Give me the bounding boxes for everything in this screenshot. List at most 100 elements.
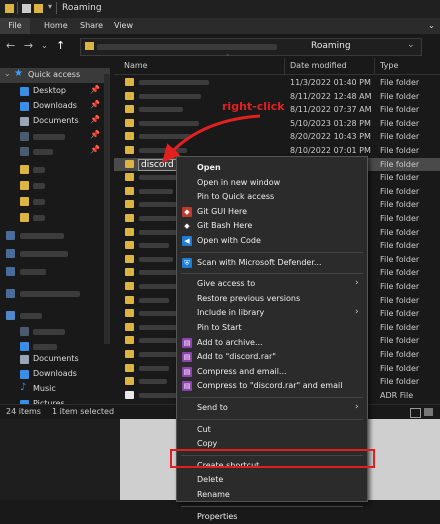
menu-item-cut[interactable]: Cut [177,423,367,437]
column-name-header[interactable]: Name [124,61,148,70]
column-divider[interactable] [374,58,375,74]
nav-scrollbar[interactable] [104,74,110,344]
window-title: Roaming [62,3,102,13]
file-type: File folder [380,227,420,237]
nav-item-blurred[interactable]: 📌 [0,144,110,159]
column-type-header[interactable]: Type [380,61,398,70]
forward-arrow-icon[interactable]: → [24,39,33,52]
nav-quick-access[interactable]: ⌄ ★ Quick access [0,68,110,83]
recent-locations-icon[interactable]: ⌄ [41,41,48,50]
menu-separator [181,251,363,253]
nav-item-blurred[interactable] [0,264,110,279]
chevron-down-icon[interactable]: ⌄ [428,21,435,30]
menu-item-git-bash-here[interactable]: ◆ Git Bash Here [177,219,367,233]
folder-icon [20,132,29,141]
chevron-down-icon[interactable]: ⌄ [407,40,415,50]
menu-item-label: Add to "discord.rar" [197,352,276,362]
nav-item-blurred[interactable] [0,210,110,225]
address-input[interactable]: Roaming ⌄ [80,38,422,56]
music-icon: ♪ [20,382,27,393]
new-folder-icon[interactable] [34,4,43,13]
back-arrow-icon[interactable]: ← [6,39,15,52]
chevron-down-icon[interactable]: ⌄ [4,69,11,78]
folder-icon [125,336,134,345]
file-date: 8/11/2022 07:37 AM [290,105,372,115]
menu-item-label: Compress and email... [197,366,287,376]
nav-item-blurred[interactable] [0,324,110,339]
properties-icon[interactable] [22,4,31,13]
menu-item-scan-with-microsoft-defender[interactable]: ⛨ Scan with Microsoft Defender... [177,256,367,270]
file-name-blurred [139,284,181,289]
status-selection: 1 item selected [52,407,115,416]
nav-item-blurred[interactable] [0,246,110,261]
nav-item-blurred[interactable] [0,178,110,193]
menu-item-git-gui-here[interactable]: ◆ Git GUI Here [177,205,367,219]
menu-item-give-access-to[interactable]: Give access to › [177,277,367,291]
pin-icon: 📌 [90,145,100,154]
tab-home[interactable]: Home [44,21,68,30]
file-name-blurred [139,297,169,303]
nav-label: Desktop [33,86,66,95]
tab-share[interactable]: Share [80,21,103,30]
menu-separator [181,273,363,275]
nav-item-blurred[interactable] [0,286,110,301]
divider [17,2,18,14]
nav-downloads[interactable]: Downloads 📌 [0,99,110,114]
menu-item-restore-previous-versions[interactable]: Restore previous versions [177,292,367,306]
menu-item-include-in-library[interactable]: Include in library › [177,306,367,320]
nav-desktop[interactable]: Desktop 📌 [0,84,110,99]
file-type: File folder [380,282,420,291]
tab-view[interactable]: View [114,21,133,30]
menu-item-pin-to-quick-access[interactable]: Pin to Quick access [177,190,367,204]
nav-documents[interactable]: Documents 📌 [0,114,110,129]
menu-item-properties[interactable]: Properties [177,510,367,524]
folder-icon [125,322,134,331]
nav-documents-pc[interactable]: Documents [0,352,110,367]
menu-item-open-in-new-window[interactable]: Open in new window [177,176,367,190]
nav-item-blurred[interactable] [0,308,110,323]
blurred-label [33,167,45,173]
menu-item-label: Open in new window [197,177,281,187]
folder-icon [125,309,134,318]
nav-item-blurred[interactable]: 📌 [0,129,110,144]
menu-item-delete[interactable]: Delete [177,473,367,487]
file-type: File folder [380,363,420,373]
folder-icon [125,227,134,236]
menu-item-send-to[interactable]: Send to › [177,401,367,415]
menu-item-add-to-discord-rar[interactable]: ▤ Add to "discord.rar" [177,350,367,364]
details-view-icon[interactable] [410,408,421,418]
address-bar-row: ← → ⌄ ↑ Roaming ⌄ [0,34,440,58]
menu-item-pin-to-start[interactable]: Pin to Start [177,321,367,335]
menu-item-compress-to-discord-rar-and-email[interactable]: ▤ Compress to "discord.rar" and email [177,379,367,393]
file-icon [125,390,134,399]
file-name-blurred [139,216,177,221]
nav-downloads-pc[interactable]: Downloads [0,367,110,382]
winrar-icon: ▤ [182,366,192,377]
column-date-header[interactable]: Date modified [290,61,347,70]
tab-file[interactable]: File [0,18,30,34]
folder-icon [125,78,134,86]
file-type: File folder [380,146,420,155]
menu-item-add-to-archive[interactable]: ▤ Add to archive... [177,336,367,350]
up-arrow-icon[interactable]: ↑ [56,39,65,52]
menu-item-open-with-code[interactable]: ◀ Open with Code [177,234,367,248]
menu-item-label: Git GUI Here [197,206,248,216]
file-type: File folder [380,91,420,101]
column-header-row: Name Date modified Type ˆ [114,54,440,75]
nav-item-blurred[interactable] [0,194,110,209]
menu-item-open[interactable]: Open [177,161,367,175]
column-divider[interactable] [284,58,285,74]
file-type: File folder [380,254,420,264]
nav-item-blurred[interactable] [0,162,110,177]
tiles-view-icon[interactable] [424,408,433,416]
chevron-right-icon: › [355,402,359,412]
folder-icon [125,173,134,182]
chevron-down-icon[interactable]: ▾ [48,2,52,11]
table-row[interactable]: 11/3/2022 01:40 PM File folder [114,76,440,89]
menu-item-label: Open with Code [197,236,261,245]
file-name-blurred [139,379,167,385]
menu-item-compress-and-email[interactable]: ▤ Compress and email... [177,365,367,379]
nav-music[interactable]: ♪ Music [0,382,110,397]
divider [56,2,57,14]
nav-item-blurred[interactable] [0,228,110,243]
